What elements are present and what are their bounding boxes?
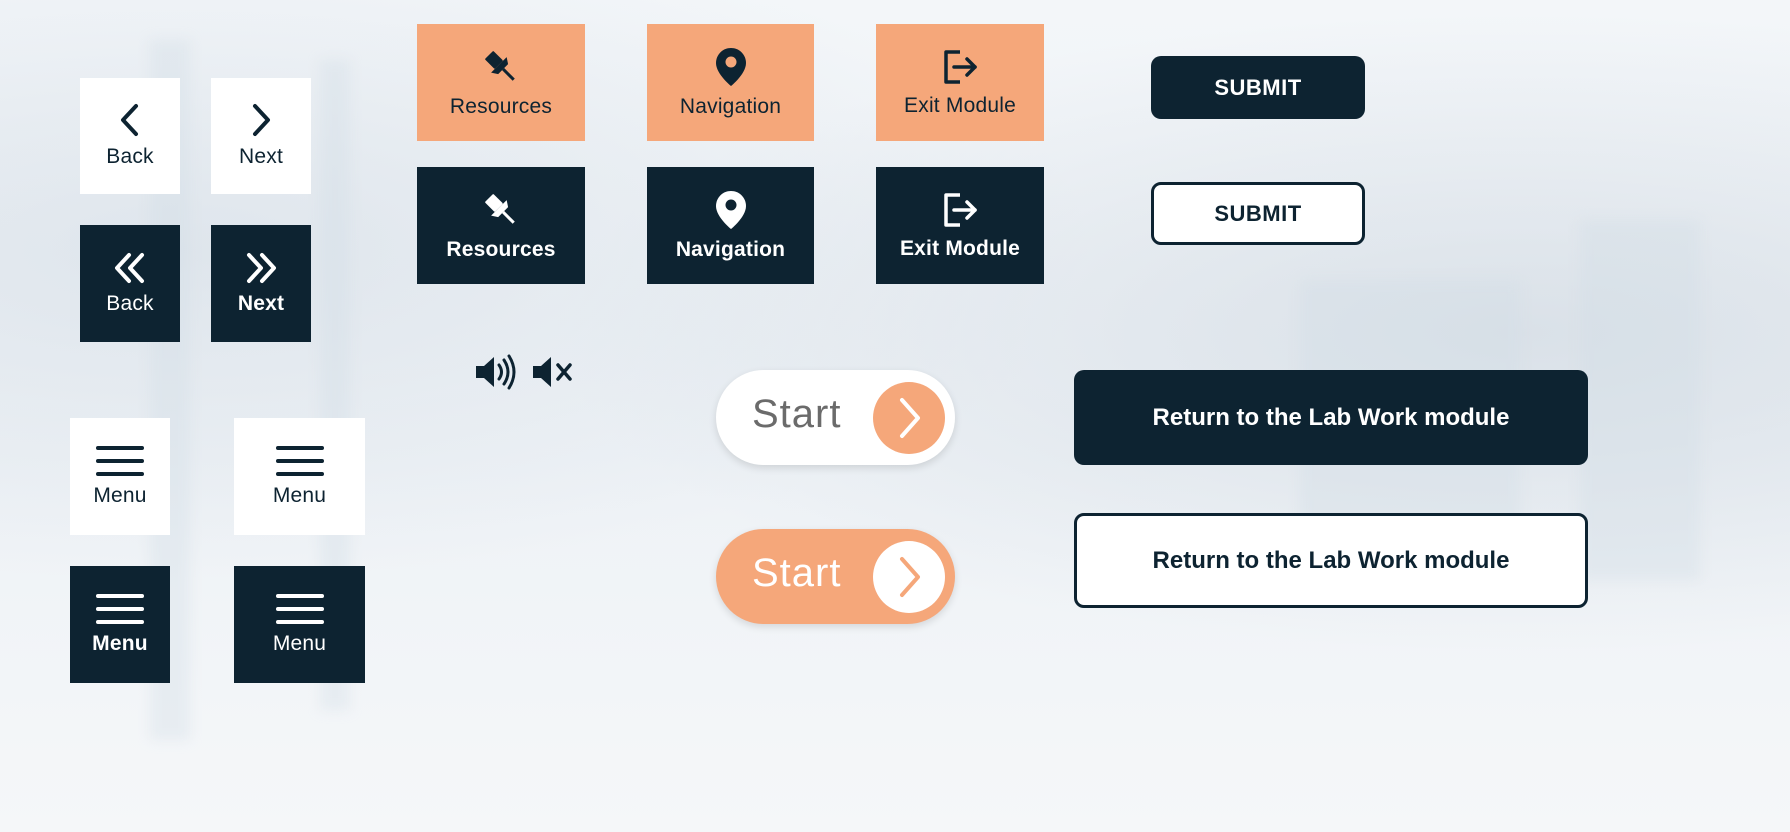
submit-outline-button[interactable]: SUBMIT [1151,182,1365,245]
menu-label: Menu [92,631,148,655]
menu-button-light-2[interactable]: Menu [234,418,365,535]
chevron-right-icon [900,557,920,597]
hamburger-icon [275,593,324,624]
exit-icon [944,49,977,84]
speaker-mute-icon[interactable] [531,353,575,391]
start-label: Start [752,392,842,436]
resources-button[interactable]: Resources [417,24,585,141]
return-to-lab-work-outline-button[interactable]: Return to the Lab Work module [1074,513,1588,608]
exit-icon [944,192,977,227]
resources-dark-label: Resources [446,237,556,261]
next-button[interactable]: Next [211,78,311,194]
menu-label: Menu [272,483,327,507]
next-label: Next [239,145,283,168]
return-label: Return to the Lab Work module [1152,403,1510,431]
submit-label: SUBMIT [1214,74,1302,100]
double-chevron-right-icon [247,252,276,283]
hamburger-icon [275,445,324,476]
hamburger-icon [96,445,144,476]
pin-icon [485,50,515,81]
map-marker-icon [715,47,746,86]
exit-module-button[interactable]: Exit Module [876,24,1044,141]
menu-button-dark-1[interactable]: Menu [70,566,170,683]
start-arrow-circle [873,382,945,454]
exit-module-dark-label: Exit Module [899,236,1021,260]
submit-label: SUBMIT [1214,200,1302,226]
next-dark-button[interactable]: Next [211,225,311,342]
navigation-dark-button[interactable]: Navigation [647,167,814,284]
menu-button-dark-2[interactable]: Menu [234,566,365,683]
speaker-on-icon[interactable] [474,353,518,391]
exit-module-label: Exit Module [904,93,1016,117]
return-label: Return to the Lab Work module [1152,546,1510,574]
navigation-label: Navigation [679,94,782,118]
chevron-left-icon [121,104,138,136]
submit-button[interactable]: SUBMIT [1151,56,1365,119]
hamburger-icon [96,593,144,624]
chevron-right-icon [253,104,270,136]
resources-dark-button[interactable]: Resources [417,167,585,284]
start-arrow-circle [873,541,945,613]
exit-module-dark-button[interactable]: Exit Module [876,167,1044,284]
back-button[interactable]: Back [80,78,180,194]
next-dark-label: Next [237,291,285,315]
resources-label: Resources [449,94,553,118]
back-dark-button[interactable]: Back [80,225,180,342]
map-marker-icon [715,190,746,229]
navigation-button[interactable]: Navigation [647,24,814,141]
start-orange-button[interactable]: Start [716,529,955,624]
back-dark-label: Back [106,291,154,315]
navigation-dark-label: Navigation [675,237,786,261]
menu-label: Menu [272,631,327,655]
back-label: Back [106,145,154,168]
start-label: Start [752,551,842,595]
menu-label: Menu [93,483,147,507]
start-button[interactable]: Start [716,370,955,465]
pin-icon [485,193,515,224]
chevron-right-icon [900,398,920,438]
backdrop-window [1580,220,1700,580]
double-chevron-left-icon [115,252,144,283]
menu-button-light-1[interactable]: Menu [70,418,170,535]
return-to-lab-work-button[interactable]: Return to the Lab Work module [1074,370,1588,465]
